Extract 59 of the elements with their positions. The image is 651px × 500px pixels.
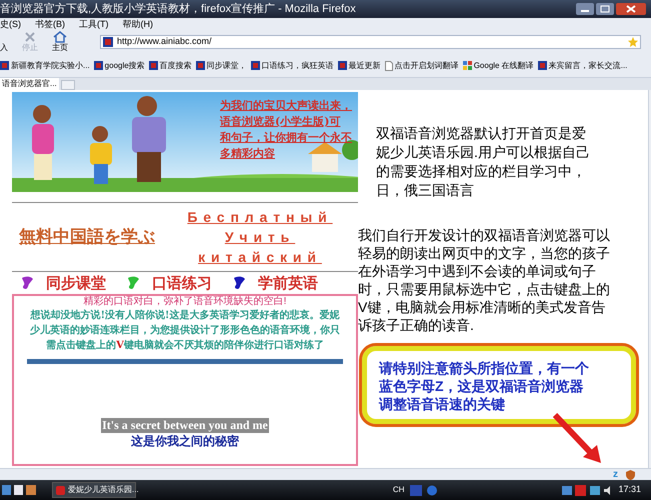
nav-link[interactable]: 口语练习	[152, 272, 212, 294]
minimize-icon[interactable]	[576, 3, 594, 15]
bookmark[interactable]: 百度搜索	[148, 60, 194, 72]
site-icon	[103, 37, 113, 47]
bookmark[interactable]: 口语练习，疯狂英语	[250, 60, 336, 72]
tray-icons[interactable]	[562, 484, 612, 496]
banner-text: 和句子，让你拥有一个永不	[220, 130, 352, 146]
browser-tab[interactable]: 语音浏览器官...	[0, 78, 59, 90]
subtitle-chinese: 这是你我之间的秘密	[130, 433, 239, 450]
bookmark[interactable]: 来宾留言，家长交流...	[538, 60, 630, 72]
banner-text: 语音浏览器(小学生版)可	[220, 114, 342, 130]
close-icon	[24, 31, 36, 43]
bookmark[interactable]: google搜索	[94, 60, 147, 72]
toolbar-button[interactable]: 入	[0, 31, 8, 53]
toolbar-button[interactable]: 主页	[52, 31, 68, 53]
site-icon	[94, 61, 103, 70]
menu-item[interactable]: 帮助(H)	[122, 18, 153, 30]
site-icon	[148, 61, 158, 70]
clock: 17:31	[618, 483, 641, 496]
quick-launch-icons[interactable]	[2, 484, 38, 496]
banner-text: 多精彩内容	[220, 146, 276, 162]
callout-text: 请特别注意箭头所指位置，有一个蓝色字母Z，这是双福语音浏览器调整语音语速的关键	[379, 359, 590, 413]
bookmark[interactable]: Google 在线翻译	[462, 60, 536, 72]
page-icon	[384, 60, 393, 70]
menu-item[interactable]: 书签(B)	[35, 18, 65, 30]
russian-heading: Бесплатный Учить китайский	[186, 208, 334, 267]
taskbar-button[interactable]: 爱妮少儿英语乐园...	[52, 482, 136, 498]
panel-heading: 精彩的口语对白，弥补了语音环境缺失的空白!	[84, 296, 286, 308]
nav-link[interactable]: 学前英语	[258, 272, 318, 294]
site-icon	[0, 61, 9, 70]
bookmark[interactable]: 新疆教育学院实验小...	[0, 60, 92, 72]
banner-text: 为我们的宝贝大声读出来，	[220, 98, 352, 114]
star-icon[interactable]	[628, 37, 638, 47]
menu-item[interactable]: 工具(T)	[79, 18, 108, 30]
note-text: 我们自行开发设计的双福语音浏览器可以轻易的朗读出网页中的文字，当您的孩子在外语学习中遇到不会读的单词或句子时，只需要用鼠标选中它，点击键盘上的V键，电脑就会用标准清晰的美式发音告诉孩子正确的读音.	[358, 226, 611, 334]
site-icon	[196, 61, 205, 70]
panel-paragraph: 想说却没地方说!没有人陪你说!这是大多英语学习爱好者的悲哀。爱妮少儿英语的妙语连珠栏目，为您提供设计了形形色色的语音环境，你只需点击键盘上的V键电脑就会不厌其烦的陪伴你进行口语对练了	[29, 308, 341, 353]
japanese-heading: 無料中国語を学ぶ	[18, 226, 156, 248]
nav-link[interactable]: 同步课堂	[46, 272, 106, 294]
grid-icon	[462, 61, 472, 70]
site-icon	[250, 61, 260, 70]
note-text: 双福语音浏览器默认打开首页是爱妮少儿英语乐园.用户可以根据自己的需要选择相对应的栏目学习中，日，俄三国语言	[376, 124, 590, 200]
maximize-icon[interactable]	[596, 3, 614, 15]
menu-item[interactable]: 史(S)	[0, 18, 21, 30]
window-title: 音浏览器官方下载,人教版小学英语教材，firefox宣传推广 - Mozilla Firefox	[0, 2, 357, 17]
arrow	[553, 413, 603, 465]
home-icon	[53, 31, 67, 43]
close-icon[interactable]	[616, 3, 646, 15]
bookmark[interactable]: 同步课堂，	[196, 60, 249, 72]
bookmark[interactable]: 最近更新	[338, 60, 383, 72]
site-icon	[538, 61, 547, 70]
app-icon	[56, 486, 65, 494]
language-indicator[interactable]: CH	[392, 484, 404, 496]
bookmark[interactable]: 点击开启划词翻译	[384, 60, 461, 72]
address-field[interactable]: http://www.ainiabc.com/	[100, 35, 641, 49]
shield-icon[interactable]	[626, 470, 635, 480]
site-icon	[338, 61, 347, 70]
scrollbar[interactable]	[648, 90, 651, 468]
subtitle-english: It's a secret between you and me	[101, 418, 269, 433]
